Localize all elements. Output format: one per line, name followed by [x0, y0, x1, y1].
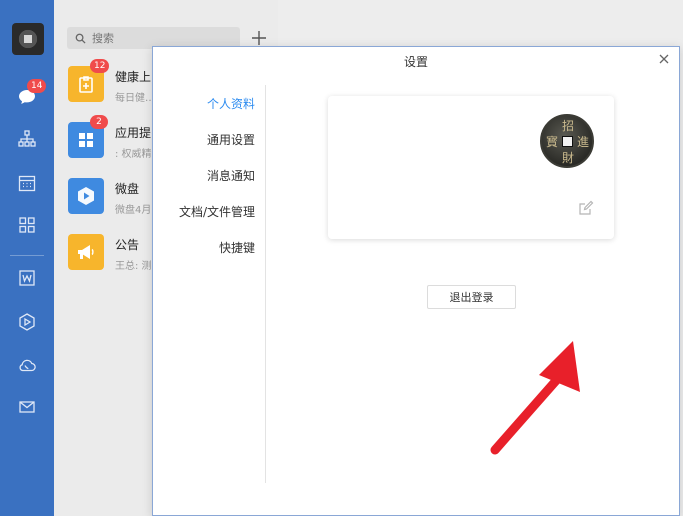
tab-notifications[interactable]: 消息通知: [207, 167, 255, 184]
dialog-title: 设置: [403, 55, 428, 69]
rail-contacts[interactable]: [0, 124, 54, 154]
rail-drive[interactable]: [0, 307, 54, 337]
logout-button[interactable]: 退出登录: [427, 285, 516, 309]
cloud-phone-icon: [19, 359, 36, 372]
close-button[interactable]: [659, 53, 669, 67]
tab-file-management[interactable]: 文档/文件管理: [179, 203, 255, 220]
org-chart-icon: [18, 130, 36, 147]
rail-mail[interactable]: [0, 392, 54, 422]
rail-messages[interactable]: 14: [0, 79, 54, 112]
mail-icon: [19, 401, 35, 413]
profile-card: 招 進 財 寳: [328, 96, 614, 239]
conversation-name: 微盘: [115, 182, 140, 196]
profile-avatar[interactable]: 招 進 財 寳: [540, 114, 594, 168]
nav-divider: [265, 85, 266, 483]
search-input[interactable]: [92, 31, 232, 45]
rail-divider: [10, 255, 44, 256]
megaphone-icon: [68, 234, 104, 270]
document-w-icon: [19, 270, 35, 286]
rail-phone[interactable]: [0, 350, 54, 380]
settings-dialog: 设置 个人资料 通用设置 消息通知 文档/文件管理 快捷键 招 進 財 寳 退出…: [152, 46, 680, 516]
edit-button[interactable]: [578, 200, 594, 216]
conversation-name: 公告: [115, 238, 140, 252]
tab-shortcuts[interactable]: 快捷键: [219, 239, 255, 256]
search-icon: [75, 33, 86, 44]
calendar-icon: [18, 175, 36, 192]
hexagon-drive-icon: [19, 313, 35, 331]
apps-grid-icon: [19, 217, 35, 233]
pointer-arrow-icon: [490, 341, 580, 455]
messages-badge: 14: [27, 79, 47, 93]
avatar[interactable]: [12, 23, 44, 55]
unread-badge: 2: [90, 115, 108, 129]
rail-docs[interactable]: [0, 263, 54, 293]
conversation-preview: 每日健…: [115, 93, 155, 104]
cloud-drive-icon: [68, 178, 104, 214]
rail-calendar[interactable]: [0, 168, 54, 198]
unread-badge: 12: [90, 59, 110, 73]
plus-icon: [252, 31, 266, 45]
tab-profile[interactable]: 个人资料: [207, 95, 255, 112]
edit-icon: [579, 200, 594, 215]
tab-general[interactable]: 通用设置: [207, 131, 255, 148]
rail-apps[interactable]: [0, 210, 54, 240]
close-icon: [659, 54, 669, 64]
nav-rail: 14: [0, 0, 54, 516]
